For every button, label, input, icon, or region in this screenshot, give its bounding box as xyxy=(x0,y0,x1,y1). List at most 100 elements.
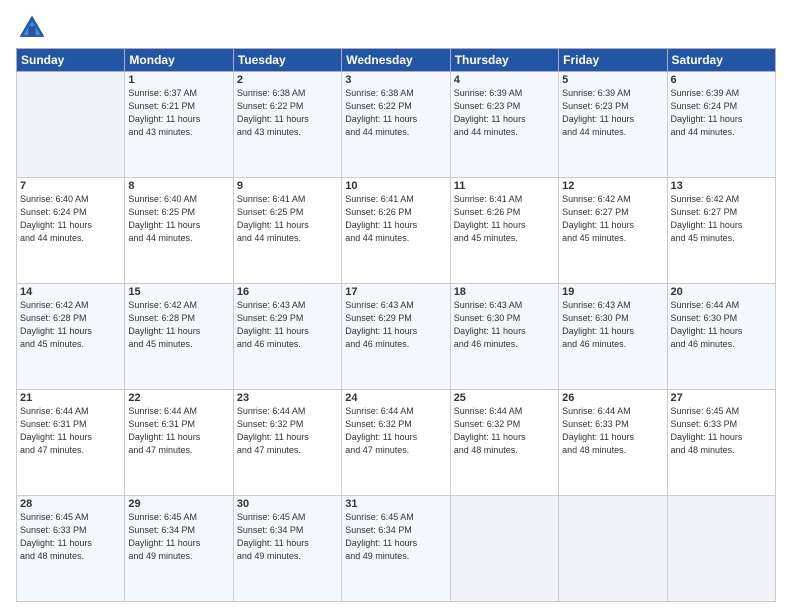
calendar-cell xyxy=(559,496,667,602)
day-number: 1 xyxy=(128,74,229,86)
day-number: 15 xyxy=(128,286,229,298)
day-number: 7 xyxy=(20,180,121,192)
logo-icon xyxy=(16,12,48,44)
calendar-header-friday: Friday xyxy=(559,49,667,72)
day-info: Sunrise: 6:45 AMSunset: 6:33 PMDaylight:… xyxy=(20,511,121,563)
calendar-week-5: 28Sunrise: 6:45 AMSunset: 6:33 PMDayligh… xyxy=(17,496,776,602)
calendar-cell: 31Sunrise: 6:45 AMSunset: 6:34 PMDayligh… xyxy=(342,496,450,602)
calendar-cell: 13Sunrise: 6:42 AMSunset: 6:27 PMDayligh… xyxy=(667,178,775,284)
day-number: 25 xyxy=(454,392,555,404)
logo xyxy=(16,12,52,44)
day-info: Sunrise: 6:38 AMSunset: 6:22 PMDaylight:… xyxy=(345,87,446,139)
calendar-header-thursday: Thursday xyxy=(450,49,558,72)
day-info: Sunrise: 6:43 AMSunset: 6:30 PMDaylight:… xyxy=(562,299,663,351)
day-info: Sunrise: 6:39 AMSunset: 6:24 PMDaylight:… xyxy=(671,87,772,139)
day-number: 23 xyxy=(237,392,338,404)
day-info: Sunrise: 6:41 AMSunset: 6:25 PMDaylight:… xyxy=(237,193,338,245)
day-info: Sunrise: 6:43 AMSunset: 6:29 PMDaylight:… xyxy=(237,299,338,351)
calendar-cell: 8Sunrise: 6:40 AMSunset: 6:25 PMDaylight… xyxy=(125,178,233,284)
day-number: 21 xyxy=(20,392,121,404)
calendar-cell: 6Sunrise: 6:39 AMSunset: 6:24 PMDaylight… xyxy=(667,72,775,178)
calendar-cell: 24Sunrise: 6:44 AMSunset: 6:32 PMDayligh… xyxy=(342,390,450,496)
day-info: Sunrise: 6:38 AMSunset: 6:22 PMDaylight:… xyxy=(237,87,338,139)
calendar-week-3: 14Sunrise: 6:42 AMSunset: 6:28 PMDayligh… xyxy=(17,284,776,390)
calendar-cell: 12Sunrise: 6:42 AMSunset: 6:27 PMDayligh… xyxy=(559,178,667,284)
day-number: 11 xyxy=(454,180,555,192)
day-number: 28 xyxy=(20,498,121,510)
calendar-week-2: 7Sunrise: 6:40 AMSunset: 6:24 PMDaylight… xyxy=(17,178,776,284)
day-number: 4 xyxy=(454,74,555,86)
calendar-cell: 14Sunrise: 6:42 AMSunset: 6:28 PMDayligh… xyxy=(17,284,125,390)
day-info: Sunrise: 6:42 AMSunset: 6:28 PMDaylight:… xyxy=(128,299,229,351)
day-info: Sunrise: 6:40 AMSunset: 6:24 PMDaylight:… xyxy=(20,193,121,245)
day-info: Sunrise: 6:44 AMSunset: 6:33 PMDaylight:… xyxy=(562,405,663,457)
day-number: 31 xyxy=(345,498,446,510)
day-info: Sunrise: 6:44 AMSunset: 6:32 PMDaylight:… xyxy=(237,405,338,457)
calendar-week-4: 21 Sunrise: 6:44 AMSunset: 6:31 PMDayligh… xyxy=(17,390,776,496)
day-info: Sunrise: 6:44 AMSunset: 6:30 PMDaylight:… xyxy=(671,299,772,351)
day-number: 14 xyxy=(20,286,121,298)
day-number: 12 xyxy=(562,180,663,192)
calendar-cell: 30Sunrise: 6:45 AMSunset: 6:34 PMDayligh… xyxy=(233,496,341,602)
calendar-header-monday: Monday xyxy=(125,49,233,72)
calendar-header-tuesday: Tuesday xyxy=(233,49,341,72)
calendar-cell: 1Sunrise: 6:37 AMSunset: 6:21 PMDaylight… xyxy=(125,72,233,178)
calendar-cell: 16Sunrise: 6:43 AMSunset: 6:29 PMDayligh… xyxy=(233,284,341,390)
calendar-cell: 7Sunrise: 6:40 AMSunset: 6:24 PMDaylight… xyxy=(17,178,125,284)
day-number: 27 xyxy=(671,392,772,404)
day-info: Sunrise: 6:44 AMSunset: 6:31 PMDaylight:… xyxy=(128,405,229,457)
calendar-header-sunday: Sunday xyxy=(17,49,125,72)
day-info: Sunrise: 6:41 AMSunset: 6:26 PMDaylight:… xyxy=(345,193,446,245)
day-info: Sunrise: 6:39 AMSunset: 6:23 PMDaylight:… xyxy=(454,87,555,139)
day-info: Sunrise: 6:45 AMSunset: 6:34 PMDaylight:… xyxy=(128,511,229,563)
day-number: 30 xyxy=(237,498,338,510)
calendar-cell xyxy=(450,496,558,602)
calendar-cell: 11Sunrise: 6:41 AMSunset: 6:26 PMDayligh… xyxy=(450,178,558,284)
day-number: 16 xyxy=(237,286,338,298)
calendar-cell: 4Sunrise: 6:39 AMSunset: 6:23 PMDaylight… xyxy=(450,72,558,178)
day-number: 26 xyxy=(562,392,663,404)
day-info: Sunrise: 6:45 AMSunset: 6:34 PMDaylight:… xyxy=(237,511,338,563)
day-info: Sunrise: 6:37 AMSunset: 6:21 PMDaylight:… xyxy=(128,87,229,139)
calendar-cell: 23Sunrise: 6:44 AMSunset: 6:32 PMDayligh… xyxy=(233,390,341,496)
day-info: Sunrise: 6:42 AMSunset: 6:28 PMDaylight:… xyxy=(20,299,121,351)
day-number: 2 xyxy=(237,74,338,86)
day-number: 5 xyxy=(562,74,663,86)
day-number: 22 xyxy=(128,392,229,404)
calendar-header-wednesday: Wednesday xyxy=(342,49,450,72)
calendar-week-1: 1Sunrise: 6:37 AMSunset: 6:21 PMDaylight… xyxy=(17,72,776,178)
day-number: 3 xyxy=(345,74,446,86)
calendar-cell: 10Sunrise: 6:41 AMSunset: 6:26 PMDayligh… xyxy=(342,178,450,284)
day-number: 8 xyxy=(128,180,229,192)
day-info: Sunrise: 6:42 AMSunset: 6:27 PMDaylight:… xyxy=(562,193,663,245)
day-number: 9 xyxy=(237,180,338,192)
calendar-cell: 3Sunrise: 6:38 AMSunset: 6:22 PMDaylight… xyxy=(342,72,450,178)
calendar-header-row: SundayMondayTuesdayWednesdayThursdayFrid… xyxy=(17,49,776,72)
day-info: Sunrise: 6:44 AMSunset: 6:32 PMDaylight:… xyxy=(345,405,446,457)
calendar-header-saturday: Saturday xyxy=(667,49,775,72)
day-number: 6 xyxy=(671,74,772,86)
calendar-cell: 17Sunrise: 6:43 AMSunset: 6:29 PMDayligh… xyxy=(342,284,450,390)
day-info: Sunrise: 6:41 AMSunset: 6:26 PMDaylight:… xyxy=(454,193,555,245)
day-number: 24 xyxy=(345,392,446,404)
day-info: Sunrise: 6:43 AMSunset: 6:30 PMDaylight:… xyxy=(454,299,555,351)
day-info: Sunrise: 6:40 AMSunset: 6:25 PMDaylight:… xyxy=(128,193,229,245)
calendar-cell xyxy=(667,496,775,602)
day-number: 13 xyxy=(671,180,772,192)
calendar-cell xyxy=(17,72,125,178)
day-number: 17 xyxy=(345,286,446,298)
calendar-cell: 27Sunrise: 6:45 AMSunset: 6:33 PMDayligh… xyxy=(667,390,775,496)
day-number: 19 xyxy=(562,286,663,298)
day-info: Sunrise: 6:45 AMSunset: 6:33 PMDaylight:… xyxy=(671,405,772,457)
day-info: Sunrise: 6:39 AMSunset: 6:23 PMDaylight:… xyxy=(562,87,663,139)
calendar-cell: 25Sunrise: 6:44 AMSunset: 6:32 PMDayligh… xyxy=(450,390,558,496)
calendar-cell: 28Sunrise: 6:45 AMSunset: 6:33 PMDayligh… xyxy=(17,496,125,602)
calendar-cell: 2Sunrise: 6:38 AMSunset: 6:22 PMDaylight… xyxy=(233,72,341,178)
day-number: 20 xyxy=(671,286,772,298)
calendar-cell: 15Sunrise: 6:42 AMSunset: 6:28 PMDayligh… xyxy=(125,284,233,390)
calendar-cell: 22Sunrise: 6:44 AMSunset: 6:31 PMDayligh… xyxy=(125,390,233,496)
calendar-cell: 29Sunrise: 6:45 AMSunset: 6:34 PMDayligh… xyxy=(125,496,233,602)
day-number: 18 xyxy=(454,286,555,298)
calendar-cell: 21Sunrise: 6:44 AMSunset: 6:31 PMDayligh… xyxy=(17,390,125,496)
calendar-cell: 26Sunrise: 6:44 AMSunset: 6:33 PMDayligh… xyxy=(559,390,667,496)
